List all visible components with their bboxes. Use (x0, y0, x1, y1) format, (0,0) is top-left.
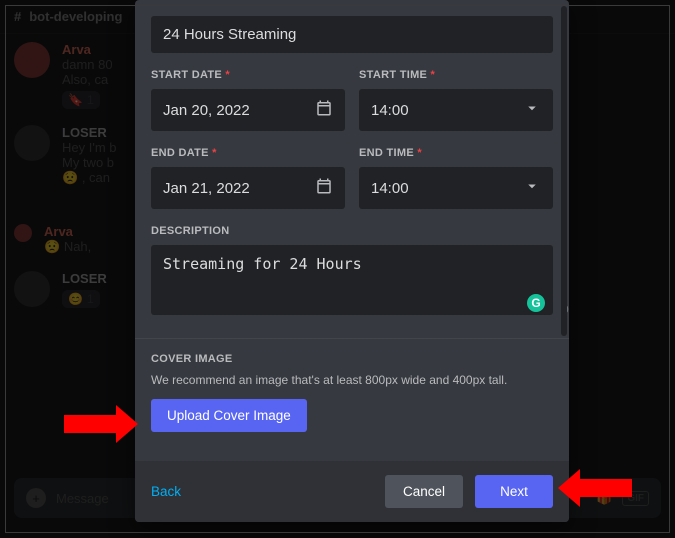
start-time-value: 14:00 (371, 102, 409, 119)
calendar-icon (315, 177, 333, 199)
cover-image-label: COVER IMAGE (151, 353, 553, 365)
hash-icon: # (14, 9, 21, 24)
chevron-down-icon (523, 99, 541, 121)
reaction-count: 1 (87, 292, 94, 306)
add-attachment-icon[interactable]: + (26, 488, 46, 508)
scrollbar[interactable] (561, 6, 567, 386)
event-title-input[interactable] (151, 16, 553, 53)
avatar (14, 271, 50, 307)
message-placeholder: Message (56, 491, 109, 506)
cover-image-hint: We recommend an image that's at least 80… (151, 373, 553, 387)
divider (135, 338, 569, 339)
start-time-select[interactable]: 14:00 (359, 89, 553, 131)
end-time-value: 14:00 (371, 180, 409, 197)
description-textarea[interactable] (151, 245, 553, 315)
reaction-count: 1 (87, 93, 94, 107)
start-date-label: START DATE * (151, 69, 345, 81)
description-label: DESCRIPTION (151, 225, 553, 237)
chevron-down-icon (523, 177, 541, 199)
grammarly-icon[interactable]: G (527, 294, 545, 312)
cancel-button[interactable]: Cancel (385, 475, 463, 508)
reaction[interactable]: 🔖 1 (62, 91, 100, 109)
end-date-label: END DATE * (151, 147, 345, 159)
channel-name: bot-developing (29, 9, 122, 24)
start-date-picker[interactable]: Jan 20, 2022 (151, 89, 345, 131)
start-time-label: START TIME * (359, 69, 553, 81)
end-time-label: END TIME * (359, 147, 553, 159)
end-date-value: Jan 21, 2022 (163, 180, 250, 197)
modal-footer: Back Cancel Next (135, 461, 569, 522)
annotation-arrow-upload (64, 415, 120, 433)
annotation-arrow-next (576, 479, 632, 497)
end-time-select[interactable]: 14:00 (359, 167, 553, 209)
reaction[interactable]: 😊 1 (62, 290, 100, 308)
upload-cover-button[interactable]: Upload Cover Image (151, 399, 307, 432)
next-button[interactable]: Next (475, 475, 553, 508)
avatar (14, 125, 50, 161)
avatar (14, 224, 32, 242)
avatar (14, 42, 50, 78)
calendar-icon (315, 99, 333, 121)
end-date-picker[interactable]: Jan 21, 2022 (151, 167, 345, 209)
back-button[interactable]: Back (151, 475, 197, 508)
event-modal: START DATE * Jan 20, 2022 START TIME * 1… (135, 0, 569, 522)
start-date-value: Jan 20, 2022 (163, 102, 250, 119)
